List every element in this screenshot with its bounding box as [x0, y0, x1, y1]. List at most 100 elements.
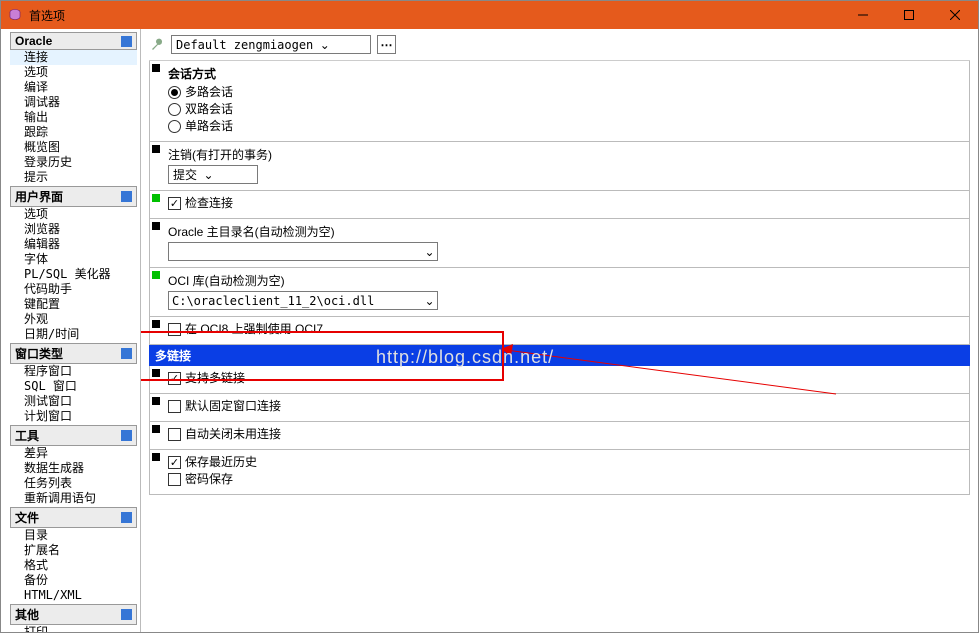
- handle-icon: [152, 397, 160, 405]
- save-password-checkbox[interactable]: [168, 473, 181, 486]
- category-label: 工具: [15, 427, 39, 444]
- force-oci7-checkbox[interactable]: [168, 323, 181, 336]
- tree-item[interactable]: 格式: [10, 558, 137, 573]
- auto-close-label: 自动关闭未用连接: [185, 426, 281, 443]
- close-button[interactable]: [932, 1, 978, 29]
- category-header[interactable]: 文件: [10, 507, 137, 528]
- support-multi-checkbox[interactable]: [168, 372, 181, 385]
- section-save-history: 保存最近历史 密码保存: [149, 450, 970, 495]
- tree-item[interactable]: 提示: [10, 170, 137, 185]
- category-header[interactable]: 用户界面: [10, 186, 137, 207]
- session-radio-label: 单路会话: [185, 118, 233, 135]
- maximize-button[interactable]: [886, 1, 932, 29]
- tree-item[interactable]: 浏览器: [10, 222, 137, 237]
- check-connection-label: 检查连接: [185, 195, 233, 212]
- profile-value: Default zengmiaogen: [172, 38, 317, 52]
- minimize-button[interactable]: [840, 1, 886, 29]
- profile-select[interactable]: Default zengmiaogen ⌄: [171, 35, 371, 54]
- tree-item[interactable]: 日期/时间: [10, 327, 137, 342]
- tree-item[interactable]: 程序窗口: [10, 364, 137, 379]
- category-header[interactable]: 工具: [10, 425, 137, 446]
- session-radio-label: 多路会话: [185, 84, 233, 101]
- tree-item[interactable]: 目录: [10, 528, 137, 543]
- app-icon: [7, 7, 23, 23]
- section-session-mode: 会话方式 多路会话双路会话单路会话: [149, 61, 970, 142]
- more-button[interactable]: ⋯: [377, 35, 396, 54]
- tree-item[interactable]: 键配置: [10, 297, 137, 312]
- multiconn-header: 多链接: [149, 345, 970, 366]
- tree-item[interactable]: 字体: [10, 252, 137, 267]
- save-history-checkbox[interactable]: [168, 456, 181, 469]
- tree-item[interactable]: 连接: [10, 50, 137, 65]
- tree-item[interactable]: 备份: [10, 573, 137, 588]
- handle-icon: [152, 271, 160, 279]
- handle-icon: [152, 194, 160, 202]
- session-radio-label: 双路会话: [185, 101, 233, 118]
- session-radio[interactable]: [168, 103, 181, 116]
- tree-item[interactable]: 任务列表: [10, 476, 137, 491]
- dropdown-icon: [121, 348, 132, 359]
- tree-item[interactable]: 编译: [10, 80, 137, 95]
- auto-close-checkbox[interactable]: [168, 428, 181, 441]
- sidebar[interactable]: Oracle连接选项编译调试器输出跟踪概览图登录历史提示用户界面选项浏览器编辑器…: [1, 29, 141, 632]
- tree-item[interactable]: SQL 窗口: [10, 379, 137, 394]
- category-header[interactable]: 其他: [10, 604, 137, 625]
- section-check-connection: 检查连接: [149, 191, 970, 219]
- tree-item[interactable]: 选项: [10, 207, 137, 222]
- session-radio[interactable]: [168, 86, 181, 99]
- chevron-down-icon: ⌄: [201, 168, 216, 182]
- section-logout: 注销(有打开的事务) 提交 ⌄: [149, 142, 970, 191]
- tree-item[interactable]: PL/SQL 美化器: [10, 267, 137, 282]
- category-label: 用户界面: [15, 188, 63, 205]
- wrench-icon: [149, 37, 165, 53]
- dropdown-icon: [121, 609, 132, 620]
- section-oracle-home: Oracle 主目录名(自动检测为空) ⌄: [149, 219, 970, 268]
- oci-label: OCI 库(自动检测为空): [168, 272, 963, 289]
- tree-item[interactable]: 计划窗口: [10, 409, 137, 424]
- dropdown-icon: [121, 430, 132, 441]
- category-header[interactable]: Oracle: [10, 32, 137, 50]
- tree-item[interactable]: 选项: [10, 65, 137, 80]
- session-radio[interactable]: [168, 120, 181, 133]
- tree-item[interactable]: 扩展名: [10, 543, 137, 558]
- tree-item[interactable]: 输出: [10, 110, 137, 125]
- tree-item[interactable]: 差异: [10, 446, 137, 461]
- tree-item[interactable]: 打印: [10, 625, 137, 632]
- oci-input[interactable]: C:\oracleclient_11_2\oci.dll ⌄: [168, 291, 438, 310]
- tree-item[interactable]: 测试窗口: [10, 394, 137, 409]
- oracle-home-input[interactable]: ⌄: [168, 242, 438, 261]
- tree-item[interactable]: 跟踪: [10, 125, 137, 140]
- category-label: 窗口类型: [15, 345, 63, 362]
- category-label: 其他: [15, 606, 39, 623]
- logout-select[interactable]: 提交 ⌄: [168, 165, 258, 184]
- tree-item[interactable]: 登录历史: [10, 155, 137, 170]
- tree-item[interactable]: 重新调用语句: [10, 491, 137, 506]
- chevron-down-icon: ⌄: [317, 38, 332, 52]
- oracle-home-label: Oracle 主目录名(自动检测为空): [168, 223, 963, 240]
- tree-item[interactable]: 数据生成器: [10, 461, 137, 476]
- force-oci7-label: 在 OCI8 上强制使用 OCI7: [185, 321, 323, 338]
- oci-value: C:\oracleclient_11_2\oci.dll: [169, 294, 422, 308]
- tree-item[interactable]: 概览图: [10, 140, 137, 155]
- category-header[interactable]: 窗口类型: [10, 343, 137, 364]
- tree-item[interactable]: HTML/XML: [10, 588, 137, 603]
- session-heading: 会话方式: [168, 65, 963, 82]
- handle-icon: [152, 145, 160, 153]
- dropdown-icon: [121, 36, 132, 47]
- check-connection-checkbox[interactable]: [168, 197, 181, 210]
- section-oci-lib: OCI 库(自动检测为空) C:\oracleclient_11_2\oci.d…: [149, 268, 970, 317]
- chevron-down-icon: ⌄: [422, 245, 437, 259]
- handle-icon: [152, 222, 160, 230]
- dropdown-icon: [121, 191, 132, 202]
- save-password-label: 密码保存: [185, 471, 233, 488]
- logout-value: 提交: [169, 166, 201, 183]
- tree-item[interactable]: 外观: [10, 312, 137, 327]
- fixed-window-checkbox[interactable]: [168, 400, 181, 413]
- tree-item[interactable]: 代码助手: [10, 282, 137, 297]
- tree-item[interactable]: 编辑器: [10, 237, 137, 252]
- tree-item[interactable]: 调试器: [10, 95, 137, 110]
- content-area: Default zengmiaogen ⌄ ⋯ 会话方式 多路会话双路会话单路会…: [141, 29, 978, 632]
- category-label: 文件: [15, 509, 39, 526]
- fixed-window-label: 默认固定窗口连接: [185, 398, 281, 415]
- logout-label: 注销(有打开的事务): [168, 146, 963, 163]
